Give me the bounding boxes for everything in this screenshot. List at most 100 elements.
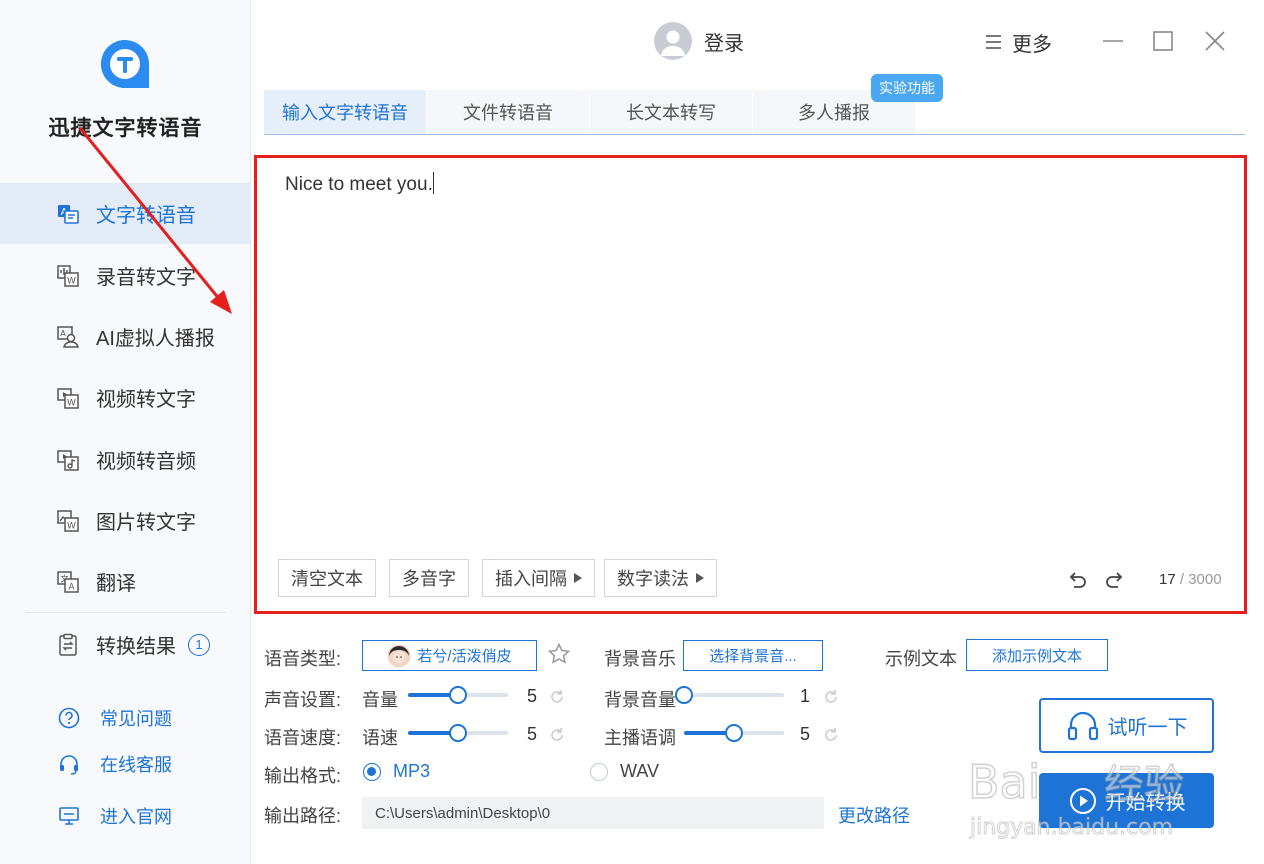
sidebar-item-ai-anchor[interactable]: A AI虚拟人播报 xyxy=(0,306,251,367)
login-label: 登录 xyxy=(704,32,744,55)
tab-file-to-speech[interactable]: 文件转语音 xyxy=(427,90,589,134)
favorite-star-icon[interactable] xyxy=(547,642,571,666)
svg-text:W: W xyxy=(67,521,76,531)
pitch-label: 主播语调 xyxy=(604,728,676,748)
reset-rate-icon[interactable] xyxy=(548,726,566,744)
image-to-text-icon: W xyxy=(57,509,79,532)
login-button[interactable]: 登录 xyxy=(654,22,744,60)
sound-settings-label: 声音设置: xyxy=(264,690,342,710)
minimize-icon[interactable] xyxy=(1098,26,1128,56)
editor-text: Nice to meet you. xyxy=(285,174,433,195)
more-label: 更多 xyxy=(1012,33,1052,56)
sidebar-item-label: 转换结果 xyxy=(96,636,176,658)
volume-slider[interactable] xyxy=(408,685,508,705)
audio-to-text-icon: W xyxy=(57,264,79,287)
svg-text:A: A xyxy=(60,329,66,338)
official-site-link[interactable]: 进入官网 xyxy=(58,802,172,830)
help-icon xyxy=(58,707,80,729)
sidebar-item-label: 视频转音频 xyxy=(96,451,196,473)
voice-select-button[interactable]: 若兮/活泼俏皮 xyxy=(362,640,537,671)
char-max: / 3000 xyxy=(1179,571,1222,588)
bgm-label: 背景音乐 xyxy=(604,649,676,669)
voice-avatar-icon xyxy=(387,644,411,667)
headphones-icon xyxy=(1067,711,1098,740)
text-caret xyxy=(432,172,434,194)
user-icon xyxy=(661,30,685,56)
sidebar-item-label: 视频转文字 xyxy=(96,389,196,411)
reset-volume-icon[interactable] xyxy=(548,688,566,706)
slider-thumb[interactable] xyxy=(449,686,467,704)
more-menu-button[interactable]: 更多 xyxy=(984,28,1052,56)
text-editor[interactable]: Nice to meet you. 清空文本 多音字 插入间隔 数字读法 17 … xyxy=(254,155,1247,614)
char-counter: 17 / 3000 xyxy=(1159,571,1222,588)
rate-label: 语速 xyxy=(362,728,398,748)
online-service-link[interactable]: 在线客服 xyxy=(58,750,172,778)
slider-thumb[interactable] xyxy=(675,686,693,704)
app-title: 迅捷文字转语音 xyxy=(48,117,203,140)
output-format-label: 输出格式: xyxy=(264,766,342,786)
sample-text-label: 示例文本 xyxy=(885,649,957,669)
sidebar-item-results[interactable]: 转换结果 1 xyxy=(0,614,251,675)
video-to-audio-icon xyxy=(57,449,79,471)
play-triangle-icon xyxy=(574,573,582,583)
voice-name: 若兮/活泼俏皮 xyxy=(417,648,512,665)
tab-bar: 输入文字转语音 文件转语音 长文本转写 多人播报 xyxy=(264,90,1245,135)
menu-icon xyxy=(986,35,1001,49)
bg-volume-label: 背景音量 xyxy=(604,690,676,710)
insert-pause-button[interactable]: 插入间隔 xyxy=(482,559,595,597)
change-path-link[interactable]: 更改路径 xyxy=(838,802,910,828)
polyphone-button[interactable]: 多音字 xyxy=(389,559,469,597)
app-logo-icon xyxy=(101,40,149,88)
sidebar-item-image-to-text[interactable]: W 图片转文字 xyxy=(0,490,251,551)
pitch-slider[interactable] xyxy=(684,723,784,743)
format-wav-radio[interactable] xyxy=(590,763,608,781)
start-convert-button[interactable]: 开始转换 xyxy=(1039,773,1214,828)
tab-input-text-to-speech[interactable]: 输入文字转语音 xyxy=(264,90,426,134)
sidebar-item-translate[interactable]: 文 A 翻译 xyxy=(0,551,251,612)
bg-volume-slider[interactable] xyxy=(675,685,784,705)
results-count-badge: 1 xyxy=(188,633,210,656)
sidebar-item-label: AI虚拟人播报 xyxy=(96,328,215,350)
clear-text-button[interactable]: 清空文本 xyxy=(278,559,376,597)
sidebar-item-label: 翻译 xyxy=(96,573,136,595)
reset-bg-volume-icon[interactable] xyxy=(822,688,840,706)
preview-button[interactable]: 试听一下 xyxy=(1039,698,1214,753)
rate-slider[interactable] xyxy=(408,723,508,743)
sidebar-divider xyxy=(26,612,226,613)
reset-pitch-icon[interactable] xyxy=(822,726,840,744)
output-path-field[interactable] xyxy=(362,797,824,829)
format-mp3-radio[interactable] xyxy=(363,763,381,781)
rate-value: 5 xyxy=(527,724,538,744)
slider-thumb[interactable] xyxy=(725,724,743,742)
sidebar-item-audio-to-text[interactable]: W 录音转文字 xyxy=(0,245,251,306)
add-sample-text-button[interactable]: 添加示例文本 xyxy=(966,639,1108,671)
bg-volume-value: 1 xyxy=(800,686,811,706)
faq-link[interactable]: 常见问题 xyxy=(58,704,172,732)
sidebar-item-text-to-speech[interactable]: A 文字转语音 xyxy=(0,183,251,244)
select-bgm-button[interactable]: 选择背景音... xyxy=(683,640,823,671)
format-wav-label[interactable]: WAV xyxy=(620,761,659,782)
sidebar-item-video-to-text[interactable]: W 视频转文字 xyxy=(0,367,251,428)
speech-speed-label: 语音速度: xyxy=(264,728,342,748)
volume-label: 音量 xyxy=(362,690,398,710)
sidebar-item-label: 录音转文字 xyxy=(96,267,196,289)
editor-content[interactable]: Nice to meet you. xyxy=(285,172,434,196)
sidebar-item-video-to-audio[interactable]: 视频转音频 xyxy=(0,429,251,490)
tab-long-text[interactable]: 长文本转写 xyxy=(590,90,752,134)
maximize-icon[interactable] xyxy=(1148,26,1178,56)
number-reading-button[interactable]: 数字读法 xyxy=(604,559,717,597)
online-service-label: 在线客服 xyxy=(100,755,172,775)
format-mp3-label[interactable]: MP3 xyxy=(393,761,430,782)
svg-text:Bai: Bai xyxy=(968,755,1041,809)
close-icon[interactable] xyxy=(1200,26,1230,56)
slider-thumb[interactable] xyxy=(449,724,467,742)
play-triangle-icon xyxy=(696,573,704,583)
monitor-icon xyxy=(59,807,79,825)
sidebar: 迅捷文字转语音 A 文字转语音 W 录音转文字 A AI虚拟人播报 W 视频转文… xyxy=(0,0,251,864)
undo-icon[interactable] xyxy=(1065,569,1089,593)
slider-track xyxy=(684,693,784,697)
svg-text:A: A xyxy=(68,582,75,592)
output-path-label: 输出路径: xyxy=(264,806,342,826)
redo-icon[interactable] xyxy=(1103,569,1127,593)
pitch-value: 5 xyxy=(800,724,811,744)
